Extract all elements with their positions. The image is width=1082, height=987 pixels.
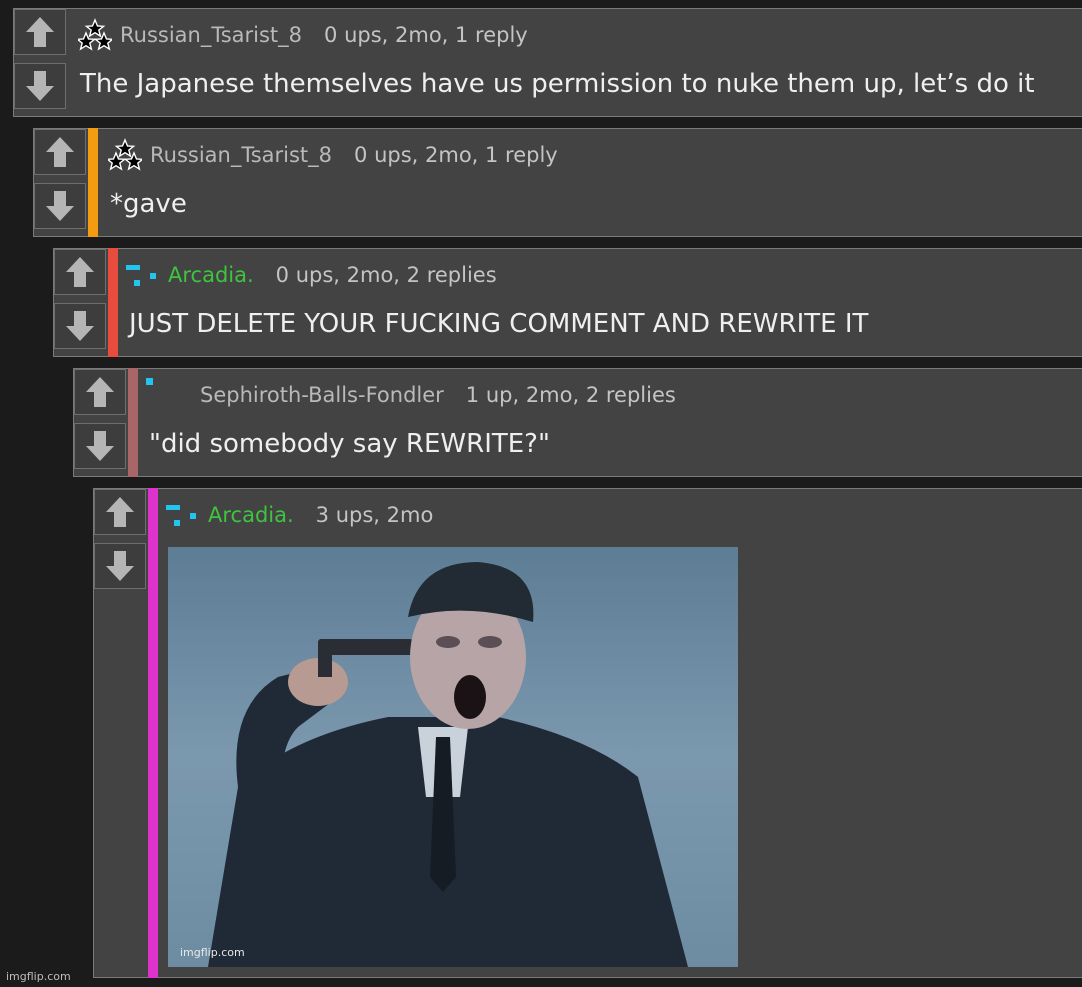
comment-header: Sephiroth-Balls-Fondler 1 up, 2mo, 2 rep… <box>146 378 676 412</box>
vote-column <box>74 369 126 476</box>
username-link[interactable]: Sephiroth-Balls-Fondler <box>200 383 444 407</box>
vote-column <box>54 249 106 356</box>
comment-meta: 3 ups, 2mo <box>315 503 434 527</box>
arrow-down-icon <box>66 311 94 341</box>
comment-body: The Japanese themselves have us permissi… <box>80 69 1035 99</box>
upvote-button[interactable] <box>34 129 86 175</box>
comment-4: Sephiroth-Balls-Fondler 1 up, 2mo, 2 rep… <box>73 368 1082 477</box>
comment-meta: 0 ups, 2mo, 1 reply <box>354 143 558 167</box>
comment-header: Russian_Tsarist_8 0 ups, 2mo, 1 reply <box>105 138 558 172</box>
comment-meta: 0 ups, 2mo, 1 reply <box>324 23 528 47</box>
three-stars-icon <box>75 18 115 52</box>
arrow-down-icon <box>26 71 54 101</box>
downvote-button[interactable] <box>34 183 86 229</box>
comment-1: Russian_Tsarist_8 0 ups, 2mo, 1 reply Th… <box>13 8 1082 117</box>
vote-column <box>14 9 66 116</box>
downvote-button[interactable] <box>54 303 106 349</box>
man-with-gun-image <box>168 547 738 967</box>
comment-body: *gave <box>110 189 187 219</box>
username-link[interactable]: Russian_Tsarist_8 <box>150 143 332 167</box>
arrow-up-icon <box>86 377 114 407</box>
username-link[interactable]: Arcadia. <box>168 263 254 287</box>
upvote-button[interactable] <box>74 369 126 415</box>
single-dot-icon <box>146 378 192 412</box>
thread-indent-bar <box>108 248 118 357</box>
username-link[interactable]: Arcadia. <box>208 503 294 527</box>
downvote-button[interactable] <box>14 63 66 109</box>
comment-header: Russian_Tsarist_8 0 ups, 2mo, 1 reply <box>75 18 528 52</box>
comment-header: Arcadia. 3 ups, 2mo <box>166 499 433 531</box>
comment-meta: 0 ups, 2mo, 2 replies <box>275 263 497 287</box>
comment-body: JUST DELETE YOUR FUCKING COMMENT AND REW… <box>129 309 869 339</box>
page-watermark: imgflip.com <box>6 970 71 983</box>
arrow-up-icon <box>46 137 74 167</box>
arrow-up-icon <box>106 497 134 527</box>
comment-image[interactable]: imgflip.com <box>168 547 738 967</box>
pixel-dots-icon <box>126 258 160 292</box>
downvote-button[interactable] <box>74 423 126 469</box>
vote-column <box>94 489 146 598</box>
comment-3: Arcadia. 0 ups, 2mo, 2 replies JUST DELE… <box>53 248 1082 357</box>
comment-2: Russian_Tsarist_8 0 ups, 2mo, 1 reply *g… <box>33 128 1082 237</box>
pixel-dots-icon <box>166 498 200 532</box>
arrow-up-icon <box>66 257 94 287</box>
arrow-down-icon <box>86 431 114 461</box>
thread-indent-bar <box>88 128 98 237</box>
three-stars-icon <box>105 138 145 172</box>
vote-column <box>34 129 86 236</box>
arrow-down-icon <box>106 551 134 581</box>
arrow-down-icon <box>46 191 74 221</box>
downvote-button[interactable] <box>94 543 146 589</box>
upvote-button[interactable] <box>94 489 146 535</box>
upvote-button[interactable] <box>14 9 66 55</box>
image-watermark: imgflip.com <box>180 946 245 959</box>
arrow-up-icon <box>26 17 54 47</box>
comment-body: "did somebody say REWRITE?" <box>149 429 550 459</box>
comment-meta: 1 up, 2mo, 2 replies <box>465 383 676 407</box>
upvote-button[interactable] <box>54 249 106 295</box>
thread-indent-bar <box>128 368 138 477</box>
thread-indent-bar <box>148 488 158 978</box>
username-link[interactable]: Russian_Tsarist_8 <box>120 23 302 47</box>
comment-header: Arcadia. 0 ups, 2mo, 2 replies <box>126 259 497 291</box>
